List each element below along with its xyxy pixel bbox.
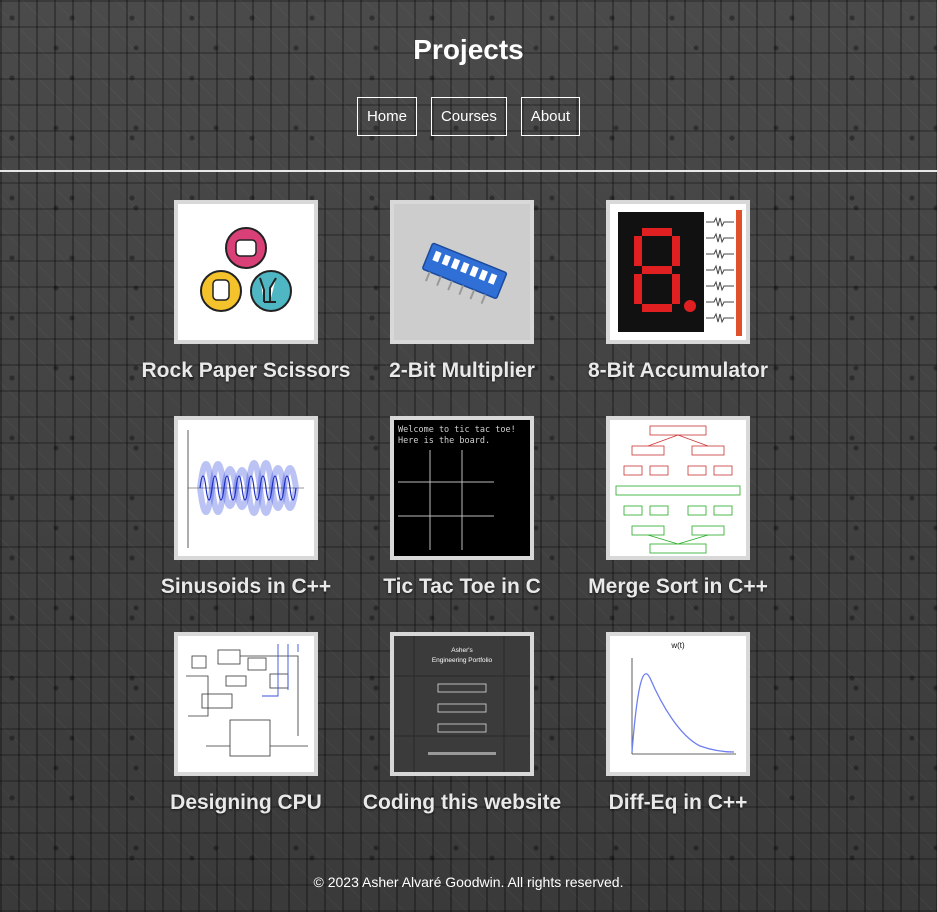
project-title[interactable]: 8-Bit Accumulator xyxy=(570,357,786,385)
project-title[interactable]: Designing CPU xyxy=(138,789,354,817)
seven-segment-display-icon xyxy=(610,204,746,340)
website-preview-icon: Asher's Engineering Portfolio xyxy=(394,636,530,772)
project-title[interactable]: Sinusoids in C++ xyxy=(138,573,354,601)
project-title[interactable]: 2-Bit Multiplier xyxy=(354,357,570,385)
project-title[interactable]: Coding this website xyxy=(354,789,570,817)
project-title[interactable]: Diff-Eq in C++ xyxy=(570,789,786,817)
project-card-tic-tac-toe[interactable]: Welcome to tic tac toe! Here is the boar… xyxy=(354,416,570,601)
terminal-line-1: Welcome to tic tac toe! xyxy=(398,425,516,435)
header-divider xyxy=(0,170,937,172)
project-card-sinusoids[interactable]: Sinusoids in C++ xyxy=(138,416,354,601)
page-title: Projects xyxy=(413,34,524,65)
terminal-line-2: Here is the board. xyxy=(398,436,490,446)
decay-curve-plot-icon: w(t) xyxy=(610,636,746,772)
site-header: Projects Home Courses About xyxy=(0,0,937,172)
merge-sort-thumbnail[interactable] xyxy=(606,416,750,560)
nav-courses-button[interactable]: Courses xyxy=(430,97,507,136)
cpu-block-diagram-icon xyxy=(178,636,314,772)
main-nav: Home Courses About xyxy=(0,97,937,136)
coding-website-thumbnail[interactable]: Asher's Engineering Portfolio xyxy=(390,632,534,776)
sinusoid-plot-icon xyxy=(178,420,314,556)
merge-sort-tree-icon xyxy=(610,420,746,556)
sinusoids-thumbnail[interactable] xyxy=(174,416,318,560)
project-title[interactable]: Rock Paper Scissors xyxy=(138,357,354,385)
rock-paper-scissors-thumbnail[interactable] xyxy=(174,200,318,344)
project-card-8-bit-accumulator[interactable]: 8-Bit Accumulator xyxy=(570,200,786,385)
tic-tac-toe-thumbnail[interactable]: Welcome to tic tac toe! Here is the boar… xyxy=(390,416,534,560)
terminal-icon: Welcome to tic tac toe! Here is the boar… xyxy=(394,420,530,556)
rock-paper-scissors-icon xyxy=(200,227,292,312)
project-card-designing-cpu[interactable]: Designing CPU xyxy=(138,632,354,817)
project-card-2-bit-multiplier[interactable]: 2-Bit Multiplier xyxy=(354,200,570,385)
project-card-rock-paper-scissors[interactable]: Rock Paper Scissors xyxy=(138,200,354,385)
preview-title-line-2: Engineering Portfolio xyxy=(432,657,493,664)
8-bit-accumulator-thumbnail[interactable] xyxy=(606,200,750,344)
diff-eq-thumbnail[interactable]: w(t) xyxy=(606,632,750,776)
plot-title: w(t) xyxy=(670,641,685,650)
project-card-merge-sort[interactable]: Merge Sort in C++ xyxy=(570,416,786,601)
project-title[interactable]: Tic Tac Toe in C xyxy=(354,573,570,601)
preview-title-line-1: Asher's xyxy=(451,647,473,654)
nav-home-button[interactable]: Home xyxy=(356,97,417,136)
2-bit-multiplier-thumbnail[interactable] xyxy=(390,200,534,344)
dip-switch-icon xyxy=(394,204,530,340)
project-title[interactable]: Merge Sort in C++ xyxy=(570,573,786,601)
nav-about-button[interactable]: About xyxy=(520,97,581,136)
project-card-diff-eq[interactable]: w(t) Diff-Eq in C++ xyxy=(570,632,786,817)
site-footer: © 2023 Asher Alvaré Goodwin. All rights … xyxy=(313,874,624,890)
designing-cpu-thumbnail[interactable] xyxy=(174,632,318,776)
project-card-coding-website[interactable]: Asher's Engineering Portfolio Coding thi… xyxy=(354,632,570,817)
